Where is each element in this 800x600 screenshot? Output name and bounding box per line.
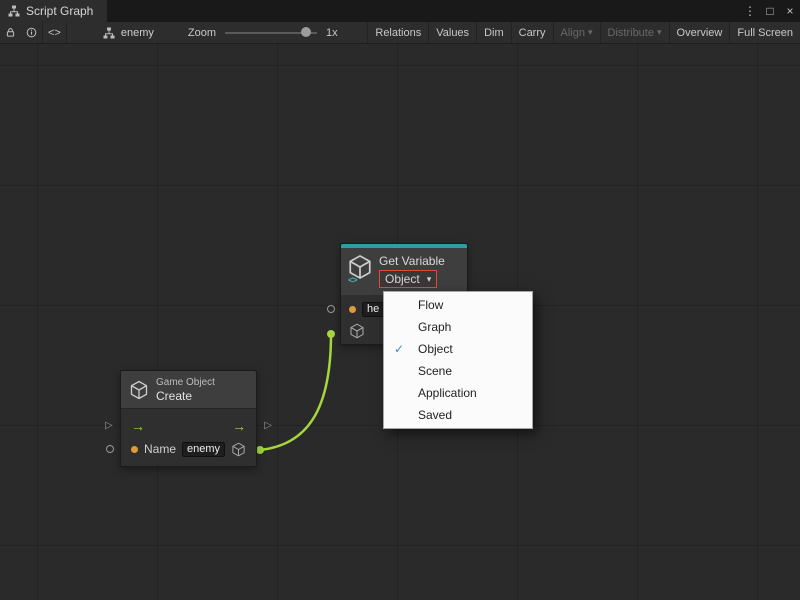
dropdown-item-flow[interactable]: Flow <box>384 294 532 316</box>
value-dot-icon <box>131 446 138 453</box>
node-title: Create <box>156 389 215 403</box>
dropdown-item-label: Saved <box>418 408 452 422</box>
wire-end-dot <box>327 330 335 338</box>
window-controls: ⋮ □ × <box>740 0 800 22</box>
game-object-cube-icon <box>129 380 149 400</box>
distribute-button[interactable]: Distribute ▾ <box>600 22 669 43</box>
kebab-menu-icon[interactable]: ⋮ <box>740 0 760 22</box>
caret-down-icon: ▾ <box>427 275 432 284</box>
node-title: Get Variable <box>379 254 445 268</box>
dropdown-item-label: Application <box>418 386 477 400</box>
maximize-icon[interactable]: □ <box>760 0 780 22</box>
toolbar-separator <box>66 22 67 43</box>
dropdown-item-scene[interactable]: Scene <box>384 360 532 382</box>
toolbar: <> enemy Zoom 1x Relations Values Dim Ca… <box>0 22 800 44</box>
dim-button[interactable]: Dim <box>476 22 511 43</box>
variable-kind-dropdown[interactable]: Object ▾ <box>379 270 437 288</box>
dropdown-item-graph[interactable]: Graph <box>384 316 532 338</box>
name-label: Name <box>144 442 176 456</box>
lock-button[interactable] <box>0 22 21 43</box>
game-object-output-port[interactable] <box>231 442 246 457</box>
info-button[interactable] <box>21 22 42 43</box>
get-variable-texts: Get Variable Object ▾ <box>379 254 445 288</box>
create-node-header: Game Object Create <box>121 371 256 409</box>
zoom-slider[interactable] <box>225 22 317 43</box>
graph-canvas[interactable]: <> Get Variable Object ▾ he <box>0 44 800 600</box>
close-icon[interactable]: × <box>780 0 800 22</box>
graph-name: enemy <box>121 27 154 39</box>
relations-button[interactable]: Relations <box>367 22 428 43</box>
flow-input-port[interactable]: ▷ <box>105 421 113 431</box>
zoom-slider-handle[interactable] <box>301 27 311 37</box>
title-bar: Script Graph ⋮ □ × <box>0 0 800 22</box>
zoom-control: Zoom 1x <box>188 22 338 43</box>
lock-icon <box>5 27 16 38</box>
distribute-label: Distribute <box>608 27 654 39</box>
tab-script-graph[interactable]: Script Graph <box>0 0 107 22</box>
object-cube-icon <box>349 323 365 339</box>
flow-row: ▷ → → ▷ <box>121 415 256 437</box>
value-input-port[interactable] <box>327 305 335 313</box>
flow-arrow-icon: → <box>232 419 246 433</box>
variable-kind-value: Object <box>385 272 420 286</box>
dropdown-item-label: Scene <box>418 364 452 378</box>
value-dot-icon <box>349 306 356 313</box>
create-node-titles: Game Object Create <box>156 377 215 403</box>
dropdown-item-object[interactable]: ✓ Object <box>384 338 532 360</box>
toolbar-buttons: Relations Values Dim Carry Align ▾ Distr… <box>367 22 800 43</box>
zoom-value: 1x <box>326 27 338 39</box>
align-button[interactable]: Align ▾ <box>553 22 600 43</box>
name-row: Name enemy <box>121 438 256 460</box>
values-button[interactable]: Values <box>428 22 476 43</box>
kind-dropdown-menu: Flow Graph ✓ Object Scene Application Sa… <box>383 291 533 429</box>
dropdown-item-saved[interactable]: Saved <box>384 404 532 426</box>
graph-icon <box>103 27 115 39</box>
zoom-label: Zoom <box>188 27 216 39</box>
create-game-object-node[interactable]: Game Object Create ▷ → → ▷ Name enemy <box>120 370 257 467</box>
flow-arrow-icon: → <box>131 419 145 433</box>
name-input-port[interactable] <box>106 445 114 453</box>
dropdown-item-label: Graph <box>418 320 451 334</box>
caret-down-icon: ▾ <box>657 28 662 37</box>
tab-label: Script Graph <box>26 4 93 18</box>
code-tag-icon: <> <box>348 275 357 285</box>
dropdown-item-application[interactable]: Application <box>384 382 532 404</box>
carry-button[interactable]: Carry <box>511 22 553 43</box>
get-variable-header: <> Get Variable Object ▾ <box>341 248 467 295</box>
wire-start-dot <box>256 446 264 454</box>
create-node-body: ▷ → → ▷ Name enemy <box>121 409 256 466</box>
flow-output-port[interactable]: ▷ <box>264 421 272 431</box>
checkmark-icon: ✓ <box>394 338 404 360</box>
code-view-button[interactable]: <> <box>43 22 66 43</box>
script-graph-window: Script Graph ⋮ □ × <> en <box>0 0 800 600</box>
node-subtitle: Game Object <box>156 377 215 389</box>
dropdown-item-label: Object <box>418 342 453 356</box>
variable-cube-icon: <> <box>347 254 373 284</box>
caret-down-icon: ▾ <box>588 28 593 37</box>
script-graph-icon <box>8 5 20 17</box>
dropdown-item-label: Flow <box>418 298 443 312</box>
align-label: Align <box>561 27 585 39</box>
full-screen-button[interactable]: Full Screen <box>729 22 800 43</box>
info-icon <box>26 27 37 38</box>
graph-reference[interactable]: enemy <box>103 22 154 43</box>
overview-button[interactable]: Overview <box>669 22 730 43</box>
name-field[interactable]: enemy <box>182 442 225 457</box>
